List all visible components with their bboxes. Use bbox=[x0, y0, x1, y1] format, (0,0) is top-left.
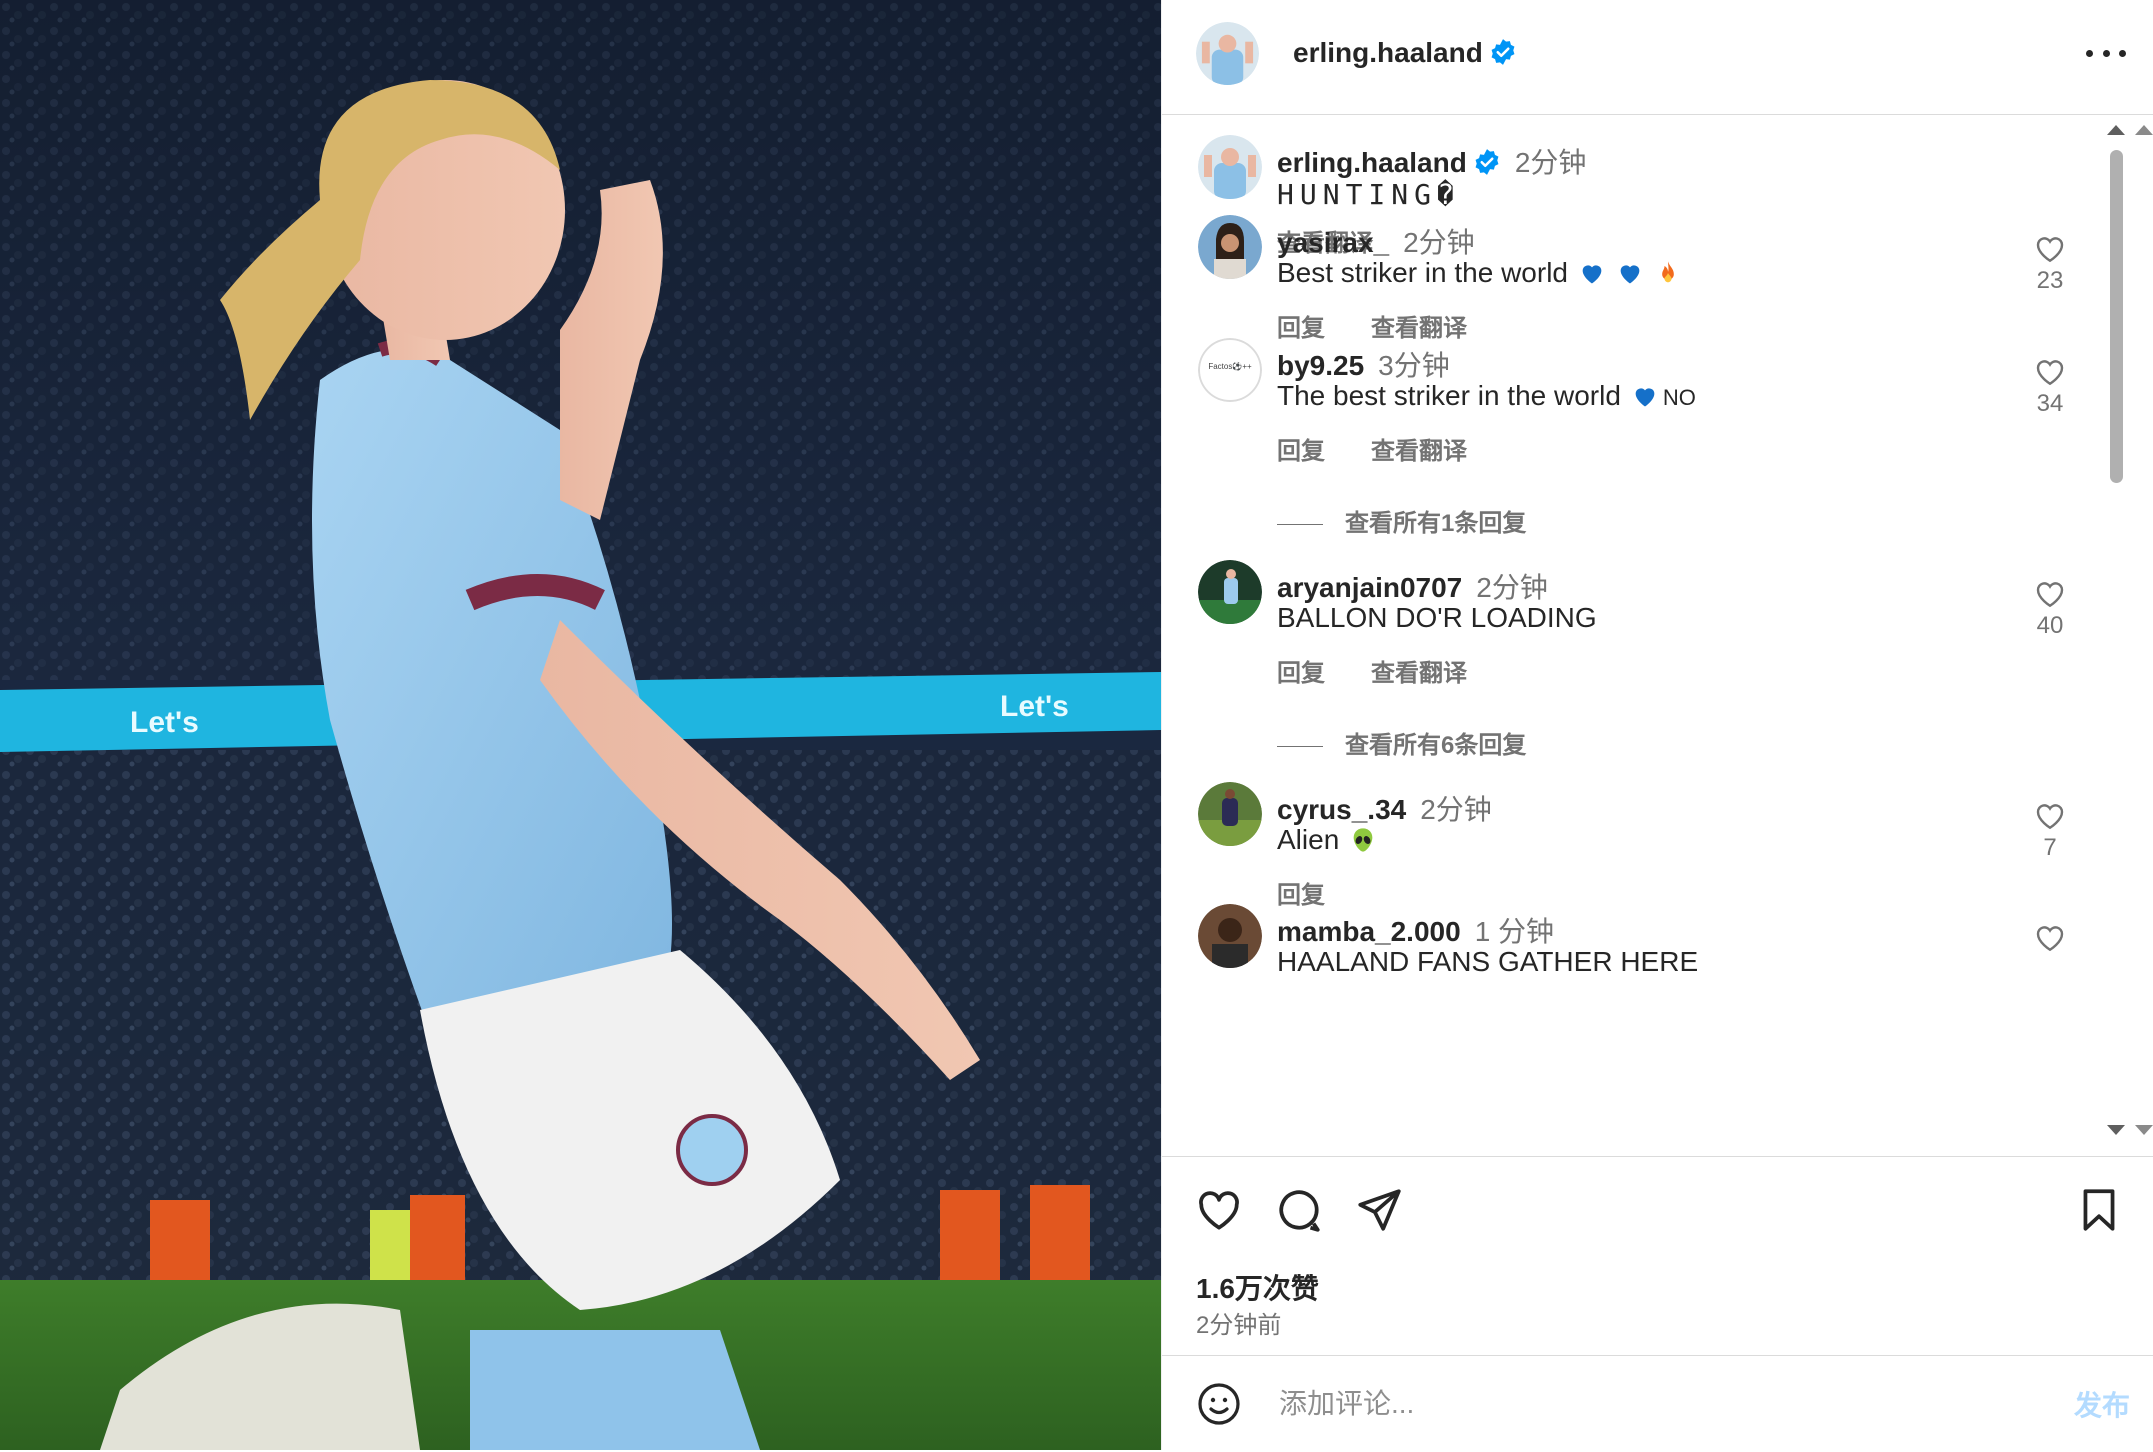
caption-text: HUNTING� bbox=[1277, 178, 1460, 211]
svg-text:Let's: Let's bbox=[1000, 690, 1069, 723]
comment-composer: 发布 bbox=[1162, 1355, 2153, 1452]
comment-text: Best striker in the world bbox=[1277, 257, 1568, 288]
author-avatar[interactable] bbox=[1196, 22, 1259, 85]
scroll-up-arrow[interactable] bbox=[2107, 125, 2125, 135]
reply-link[interactable]: 回复 bbox=[1277, 882, 1325, 909]
bookmark-icon[interactable] bbox=[2074, 1185, 2124, 1235]
heart-icon[interactable] bbox=[1194, 1185, 1244, 1235]
commenter-avatar[interactable]: Factos⚽++ bbox=[1198, 338, 1262, 402]
comment-username[interactable]: aryanjain0707 bbox=[1277, 572, 1462, 603]
heart-icon[interactable] bbox=[2032, 230, 2068, 266]
commenter-avatar[interactable] bbox=[1198, 215, 1262, 279]
comment-like-count: 23 bbox=[2036, 267, 2064, 294]
comment-text: Alien bbox=[1277, 824, 1340, 855]
translate-link[interactable]: 查看翻译 bbox=[1371, 438, 1467, 465]
commenter-avatar[interactable] bbox=[1198, 904, 1262, 968]
blue-heart-icon bbox=[1620, 265, 1640, 284]
svg-text:Let's: Let's bbox=[130, 706, 199, 739]
blue-heart-icon bbox=[1635, 388, 1655, 407]
comment-like-count: 40 bbox=[2036, 612, 2064, 639]
comment-time: 1 分钟 bbox=[1474, 916, 1555, 947]
heart-icon[interactable] bbox=[2032, 797, 2068, 833]
post-detail-panel: erling.haaland erling.haaland 2分钟 HUNTING… bbox=[1161, 0, 2153, 1450]
alien-icon bbox=[1353, 828, 1373, 852]
reply-link[interactable]: 回复 bbox=[1277, 315, 1325, 342]
comment-time: 2分钟 bbox=[1420, 794, 1492, 825]
comment-like-count: 7 bbox=[2043, 834, 2057, 861]
commenter-avatar[interactable] bbox=[1198, 560, 1262, 624]
view-replies-link[interactable]: 查看所有1条回复 bbox=[1277, 503, 1526, 538]
view-replies-link[interactable]: 查看所有6条回复 bbox=[1277, 725, 1526, 760]
caption-time: 2分钟 bbox=[1514, 147, 1587, 178]
scroll-down-arrow[interactable] bbox=[2107, 1125, 2125, 1135]
post-caption: erling.haaland 2分钟 HUNTING� 查看翻译 bbox=[1162, 115, 2102, 257]
scrollbar-thumb[interactable] bbox=[2110, 150, 2123, 483]
author-username[interactable]: erling.haaland bbox=[1293, 37, 1517, 69]
heart-icon[interactable] bbox=[2032, 353, 2068, 389]
post-timestamp: 2分钟前 bbox=[1196, 1312, 1282, 1339]
caption-username[interactable]: erling.haaland bbox=[1277, 147, 1467, 178]
comment-time: 2分钟 bbox=[1476, 572, 1548, 603]
author-name-text[interactable]: erling.haaland bbox=[1293, 37, 1483, 68]
post-photo[interactable]: Let's Let's bbox=[0, 0, 1161, 1450]
comment-text-suffix: NO bbox=[1662, 385, 1696, 410]
comment-input[interactable] bbox=[1277, 1378, 1981, 1430]
heart-icon[interactable] bbox=[2032, 575, 2068, 611]
smile-icon[interactable] bbox=[1195, 1380, 1243, 1428]
comment-username[interactable]: yasirax_ bbox=[1277, 227, 1389, 258]
comment-text: BALLON DO'R LOADING bbox=[1277, 602, 1597, 633]
comment-text: HAALAND FANS GATHER HERE bbox=[1277, 946, 1699, 977]
player-celebration-image: Let's Let's bbox=[0, 0, 1161, 1450]
comment-username[interactable]: by9.25 bbox=[1277, 350, 1364, 381]
reply-link[interactable]: 回复 bbox=[1277, 660, 1325, 687]
reply-link[interactable]: 回复 bbox=[1277, 438, 1325, 465]
caption-avatar[interactable] bbox=[1198, 135, 1262, 199]
comments-list[interactable]: erling.haaland 2分钟 HUNTING� 查看翻译 yasirax_… bbox=[1162, 115, 2153, 1155]
verified-icon bbox=[1475, 149, 1499, 175]
commenter-avatar[interactable] bbox=[1198, 782, 1262, 846]
comment-text: The best striker in the world bbox=[1277, 380, 1621, 411]
avatar-label: Factos⚽++ bbox=[1208, 362, 1252, 371]
blue-heart-icon bbox=[1582, 265, 1602, 284]
comment-username[interactable]: mamba_2.000 bbox=[1277, 916, 1461, 947]
send-icon[interactable] bbox=[1354, 1185, 1404, 1235]
translate-link[interactable]: 查看翻译 bbox=[1371, 315, 1467, 342]
verified-icon bbox=[1491, 39, 1515, 65]
heart-icon[interactable] bbox=[2032, 919, 2068, 955]
translate-link[interactable]: 查看翻译 bbox=[1371, 660, 1467, 687]
post-comment-button[interactable]: 发布 bbox=[2074, 1384, 2130, 1424]
more-icon[interactable] bbox=[2086, 38, 2126, 68]
likes-count[interactable]: 1.6万次赞 bbox=[1196, 1267, 1319, 1307]
scroll-down-arrow-secondary bbox=[2135, 1125, 2153, 1135]
scroll-up-arrow-secondary bbox=[2135, 125, 2153, 135]
fire-icon bbox=[1662, 261, 1674, 283]
comment-time: 3分钟 bbox=[1378, 350, 1450, 381]
comment-username[interactable]: cyrus_.34 bbox=[1277, 794, 1406, 825]
post-header: erling.haaland bbox=[1162, 0, 2153, 115]
post-action-bar: 1.6万次赞 2分钟前 发布 bbox=[1162, 1156, 2153, 1451]
comment-like-count: 34 bbox=[2036, 390, 2064, 417]
comment-time: 2分钟 bbox=[1403, 227, 1475, 258]
comment-icon[interactable] bbox=[1274, 1185, 1324, 1235]
